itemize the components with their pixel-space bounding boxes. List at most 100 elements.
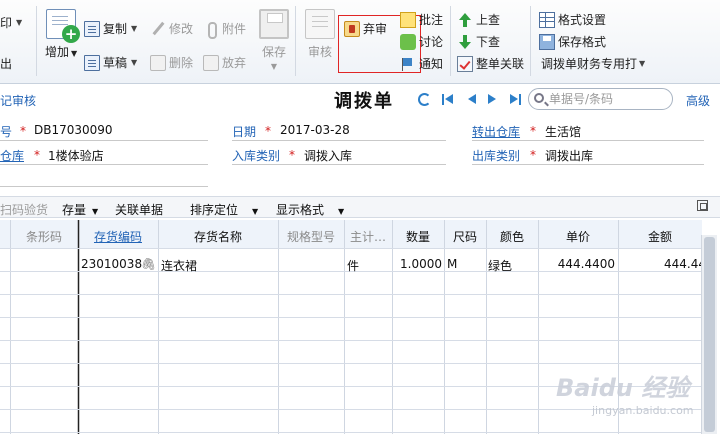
field-underline bbox=[0, 186, 208, 187]
col-header-unit[interactable]: 主计… bbox=[344, 228, 392, 245]
related-docs-button[interactable]: 关联单据 bbox=[115, 201, 163, 218]
page-title: 调拨单 bbox=[334, 91, 394, 112]
watermark-url: jingyan.baidu.com bbox=[592, 404, 694, 417]
previous-record-icon[interactable] bbox=[464, 93, 477, 106]
add-button[interactable]: 增加▼ bbox=[45, 9, 81, 60]
draft-button[interactable]: 草稿 ▼ bbox=[84, 54, 137, 71]
chevron-down-icon: ▼ bbox=[16, 18, 23, 27]
cell-item-name[interactable]: 连衣裙 bbox=[161, 257, 197, 274]
grid-toolbar: 扫码验货 存量 ▼ 关联单据 排序定位 ▼ 显示格式 ▼ bbox=[0, 196, 720, 218]
doc-no-label: 号 bbox=[0, 125, 13, 139]
search-box bbox=[528, 88, 673, 110]
save-format-label: 保存格式 bbox=[558, 35, 607, 49]
in-warehouse-field[interactable]: 1楼体验店 bbox=[48, 147, 104, 164]
next-lookup-button[interactable]: 下查 bbox=[457, 33, 500, 50]
audit-label: 审核 bbox=[307, 45, 332, 59]
first-record-icon[interactable] bbox=[441, 93, 454, 106]
grid-format-icon bbox=[539, 11, 555, 28]
floppy-disk-icon bbox=[259, 9, 289, 39]
cell-unit-price[interactable]: 444.4400 bbox=[538, 257, 615, 271]
save-button[interactable]: 保存 ▼ bbox=[259, 9, 289, 71]
export-button[interactable]: 出 bbox=[0, 55, 12, 72]
related-button[interactable]: 整单关联 bbox=[457, 55, 524, 72]
flag-icon bbox=[400, 56, 416, 72]
refresh-icon[interactable] bbox=[418, 93, 431, 106]
save-format-icon bbox=[539, 33, 555, 50]
cell-quantity[interactable]: 1.0000 bbox=[392, 257, 442, 271]
cell-unit[interactable]: 件 bbox=[347, 257, 359, 274]
notify-button[interactable]: 通知 bbox=[400, 55, 443, 72]
col-header-size[interactable]: 尺码 bbox=[444, 228, 486, 245]
paperclip-icon[interactable]: 🖇 bbox=[141, 257, 156, 271]
col-header-item-code[interactable]: 存货编码 bbox=[78, 228, 158, 245]
watermark-brand: Baidu 经验 bbox=[556, 374, 690, 402]
print-label: 印 bbox=[0, 16, 13, 30]
field-underline bbox=[472, 140, 704, 141]
attachment-button[interactable]: 附件 bbox=[203, 20, 246, 39]
out-type-label: 出库类别 bbox=[472, 149, 521, 163]
prev-lookup-button[interactable]: 上查 bbox=[457, 11, 500, 28]
cell-color[interactable]: 绿色 bbox=[488, 257, 512, 274]
out-warehouse-field[interactable]: 生活馆 bbox=[545, 123, 581, 140]
ribbon-divider bbox=[36, 6, 37, 76]
print-button[interactable]: 印 ▼ bbox=[0, 14, 22, 31]
last-record-icon[interactable] bbox=[509, 93, 522, 106]
format-settings-button[interactable]: 格式设置 bbox=[539, 11, 606, 28]
vertical-scrollbar[interactable] bbox=[701, 235, 717, 434]
audit-document-icon bbox=[305, 9, 335, 39]
delete-icon bbox=[150, 54, 166, 71]
scrollbar-thumb[interactable] bbox=[704, 237, 715, 432]
cell-size[interactable]: M bbox=[447, 257, 457, 271]
search-icon bbox=[534, 93, 544, 103]
chevron-down-icon: ▼ bbox=[92, 207, 99, 216]
cell-item-code[interactable]: 23010038 bbox=[81, 257, 142, 271]
display-format-button[interactable]: 显示格式 ▼ bbox=[276, 201, 344, 218]
notify-label: 通知 bbox=[419, 57, 444, 71]
annotate-button[interactable]: 批注 bbox=[400, 11, 443, 28]
pencil-icon bbox=[150, 21, 166, 37]
col-header-item-name[interactable]: 存货名称 bbox=[158, 228, 278, 245]
col-header-amount[interactable]: 金额 bbox=[618, 228, 702, 245]
next-record-icon[interactable] bbox=[487, 93, 500, 106]
delete-label: 删除 bbox=[169, 56, 194, 70]
stock-button[interactable]: 存量 ▼ bbox=[62, 201, 98, 218]
abandon-button[interactable]: 放弃 bbox=[203, 54, 246, 71]
required-mark: * bbox=[289, 148, 295, 162]
related-label: 整单关联 bbox=[476, 57, 525, 71]
col-header-unit-price[interactable]: 单价 bbox=[538, 228, 618, 245]
edit-button[interactable]: 修改 bbox=[150, 20, 193, 37]
barcode-check-button[interactable]: 扫码验货 bbox=[0, 201, 48, 218]
chevron-down-icon: ▼ bbox=[639, 59, 646, 68]
copy-button[interactable]: 复制 ▼ bbox=[84, 20, 137, 37]
search-input[interactable] bbox=[549, 91, 669, 107]
col-header-quantity[interactable]: 数量 bbox=[392, 228, 444, 245]
chevron-down-icon: ▼ bbox=[338, 207, 345, 216]
expand-icon[interactable] bbox=[697, 200, 708, 211]
discuss-button[interactable]: 讨论 bbox=[400, 33, 443, 50]
in-type-field[interactable]: 调拨入库 bbox=[304, 147, 352, 164]
out-warehouse-label[interactable]: 转出仓库 bbox=[472, 123, 520, 140]
doc-no-field[interactable]: DB17030090 bbox=[34, 123, 113, 137]
sort-locate-button[interactable]: 排序定位 ▼ bbox=[190, 201, 258, 218]
print-template-select[interactable]: 调拨单财务专用打 ▼ bbox=[541, 55, 645, 72]
date-field[interactable]: 2017-03-28 bbox=[280, 123, 350, 137]
field-underline bbox=[232, 164, 446, 165]
in-type-label: 入库类别 bbox=[232, 149, 281, 163]
abandon-label: 放弃 bbox=[222, 56, 247, 70]
draft-icon bbox=[84, 54, 100, 71]
advanced-search-link[interactable]: 高级 bbox=[686, 92, 710, 109]
delete-button[interactable]: 删除 bbox=[150, 54, 193, 71]
save-format-button[interactable]: 保存格式 bbox=[539, 33, 606, 50]
audit-button[interactable]: 审核 bbox=[305, 9, 335, 60]
cell-amount[interactable]: 444.44 bbox=[618, 257, 706, 271]
col-header-barcode[interactable]: 条形码 bbox=[10, 228, 78, 245]
display-format-label: 显示格式 bbox=[276, 203, 325, 217]
date-label: 日期 bbox=[232, 125, 257, 139]
draft-label: 草稿 bbox=[103, 56, 128, 70]
in-warehouse-label[interactable]: 仓库 bbox=[0, 147, 24, 164]
copy-label: 复制 bbox=[103, 22, 128, 36]
ribbon-divider bbox=[450, 6, 451, 76]
col-header-color[interactable]: 颜色 bbox=[486, 228, 538, 245]
col-header-spec[interactable]: 规格型号 bbox=[278, 228, 344, 245]
out-type-field[interactable]: 调拨出库 bbox=[545, 147, 593, 164]
